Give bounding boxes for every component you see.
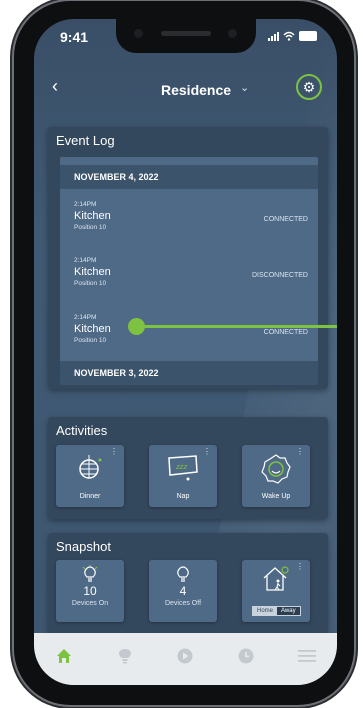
activity-tile-nap[interactable]: ⋮ zzz Nap bbox=[149, 445, 217, 507]
event-position: Position 10 bbox=[74, 337, 107, 344]
nav-devices[interactable] bbox=[110, 641, 140, 671]
event-position: Position 10 bbox=[74, 280, 107, 287]
home-away-tile[interactable]: ⋮ Home Away bbox=[242, 560, 310, 622]
nav-schedule[interactable] bbox=[231, 641, 261, 671]
event-state: CONNECTED bbox=[263, 216, 308, 223]
more-options-icon[interactable]: ⋮ bbox=[296, 448, 304, 456]
activity-tile-dinner[interactable]: ⋮ Dinner bbox=[56, 445, 124, 507]
date-header: NOVEMBER 3, 2022 bbox=[60, 361, 318, 385]
sunrise-icon bbox=[261, 454, 291, 484]
event-item[interactable]: 2:14PM Kitchen Position 10 CONNECTED bbox=[74, 201, 310, 231]
lightbulb-off-icon bbox=[177, 566, 189, 582]
svg-text:zzz: zzz bbox=[175, 463, 187, 471]
house-person-icon bbox=[263, 566, 289, 591]
phone-notch bbox=[116, 19, 256, 53]
status-time: 9:41 bbox=[60, 29, 89, 45]
bottom-nav bbox=[34, 633, 337, 685]
more-options-icon[interactable]: ⋮ bbox=[110, 448, 118, 456]
activity-label: Nap bbox=[176, 493, 190, 500]
more-options-icon[interactable]: ⋮ bbox=[296, 563, 304, 571]
gear-icon: ⚙ bbox=[302, 78, 316, 95]
devices-on-count: 10 bbox=[83, 584, 97, 598]
menu-icon bbox=[297, 650, 316, 662]
event-time: 2:14PM bbox=[74, 201, 97, 208]
date-header: NOVEMBER 4, 2022 bbox=[60, 165, 318, 189]
snapshot-card: Snapshot 10 Devices On 4 Devices Off ⋮ H… bbox=[48, 533, 328, 633]
event-state: CONNECTED bbox=[263, 329, 308, 336]
lightbulb-icon bbox=[118, 649, 131, 664]
event-time: 2:14PM bbox=[74, 314, 97, 321]
speaker-grille bbox=[161, 31, 211, 36]
devices-on-tile[interactable]: 10 Devices On bbox=[56, 560, 124, 622]
more-options-icon[interactable]: ⋮ bbox=[203, 448, 211, 456]
lightbulb-on-icon bbox=[82, 565, 98, 582]
activity-tile-wake-up[interactable]: ⋮ Wake Up bbox=[242, 445, 310, 507]
nav-home[interactable] bbox=[49, 641, 79, 671]
play-icon bbox=[177, 648, 193, 664]
battery-icon bbox=[299, 31, 317, 41]
back-button[interactable]: ‹ bbox=[52, 76, 58, 97]
wifi-icon bbox=[283, 31, 295, 41]
devices-off-count: 4 bbox=[179, 584, 187, 598]
nav-menu[interactable] bbox=[292, 641, 322, 671]
event-state: DISCONNECTED bbox=[251, 272, 308, 279]
activities-title: Activities bbox=[56, 423, 108, 438]
nav-media[interactable] bbox=[170, 641, 200, 671]
home-option[interactable]: Home bbox=[253, 607, 278, 615]
signal-icon bbox=[268, 31, 279, 41]
camera-icon bbox=[134, 29, 143, 38]
sensor-icon bbox=[228, 29, 237, 38]
devices-on-label: Devices On bbox=[71, 600, 109, 607]
event-item[interactable]: 2:14PM Kitchen Position 10 CONNECTED bbox=[74, 314, 310, 344]
phone-frame: 9:41 ‹ Residence ⌄ ⚙ Event Log NOVEMBER … bbox=[14, 1, 354, 705]
devices-off-label: Devices Off bbox=[164, 600, 202, 607]
app-screen: 9:41 ‹ Residence ⌄ ⚙ Event Log NOVEMBER … bbox=[34, 19, 337, 685]
event-item[interactable]: 2:14PM Kitchen Position 10 DISCONNECTED bbox=[74, 257, 310, 287]
clock-icon bbox=[238, 648, 254, 664]
event-log-card: Event Log NOVEMBER 4, 2022 2:14PM Kitche… bbox=[48, 127, 328, 389]
home-icon bbox=[57, 649, 72, 663]
page-title[interactable]: Residence bbox=[161, 82, 231, 98]
status-icons bbox=[268, 31, 317, 41]
callout-dot bbox=[128, 318, 145, 335]
event-log-list[interactable]: NOVEMBER 4, 2022 2:14PM Kitchen Position… bbox=[60, 157, 318, 385]
settings-button[interactable]: ⚙ bbox=[296, 74, 322, 100]
home-away-toggle[interactable]: Home Away bbox=[252, 606, 301, 616]
away-option[interactable]: Away bbox=[277, 607, 300, 615]
disco-ball-icon bbox=[79, 455, 102, 479]
devices-off-tile[interactable]: 4 Devices Off bbox=[149, 560, 217, 622]
activities-card: Activities ⋮ Dinner ⋮ zzz Nap ⋮ Wake Up bbox=[48, 417, 328, 519]
event-position: Position 10 bbox=[74, 224, 107, 231]
activity-label: Wake Up bbox=[261, 493, 291, 500]
activity-label: Dinner bbox=[79, 493, 101, 500]
chevron-down-icon[interactable]: ⌄ bbox=[240, 81, 249, 94]
event-log-title: Event Log bbox=[56, 133, 115, 148]
sleep-icon: zzz bbox=[168, 455, 198, 481]
snapshot-title: Snapshot bbox=[56, 539, 111, 554]
callout-line bbox=[135, 325, 337, 328]
event-time: 2:14PM bbox=[74, 257, 97, 264]
